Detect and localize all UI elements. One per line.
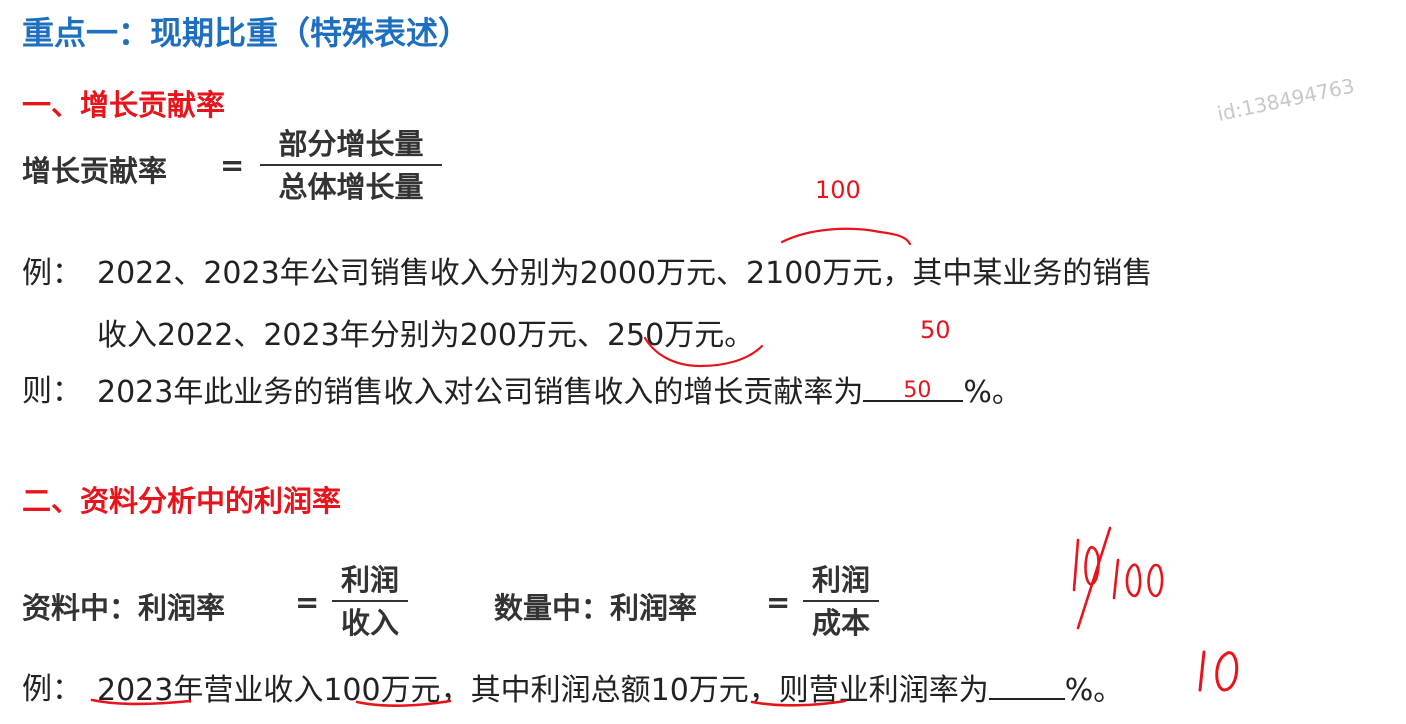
example-label-2: 例： xyxy=(22,672,82,707)
formula2-label: 数量中：利润率 xyxy=(494,591,698,625)
section-heading-growth-contribution: 一、增长贡献率 xyxy=(22,88,226,122)
example-line-2: 收入2022、2023年分别为200万元、250万元。 xyxy=(97,318,755,353)
annotation-100: 100 xyxy=(815,176,861,204)
formula1-numerator: 利润 xyxy=(340,563,399,597)
handwritten-arc-top xyxy=(780,227,912,246)
handwritten-ratio xyxy=(1072,526,1164,630)
formula2-denominator: 成本 xyxy=(811,606,870,640)
question-body: 2023年此业务的销售收入对公司销售收入的增长贡献率为 xyxy=(97,375,864,410)
page-title: 重点一：现期比重（特殊表述） xyxy=(22,14,471,52)
answer-blank-2 xyxy=(988,664,1065,700)
watermark: id:138494763 xyxy=(1215,73,1357,126)
fraction-bar xyxy=(260,164,442,166)
formula1-fraction: 利润 收入 xyxy=(332,562,408,641)
annotation-50: 50 xyxy=(920,316,951,344)
formula1-label: 资料中：利润率 xyxy=(22,591,226,625)
answer-blank-1: 50 xyxy=(863,366,964,403)
formula1-bar xyxy=(332,600,408,602)
formula1-equals: = xyxy=(295,585,320,619)
formula-equals: = xyxy=(220,148,245,182)
handwritten-answer-10 xyxy=(1198,650,1239,692)
question-suffix: %。 xyxy=(963,375,1022,410)
question-label: 则： xyxy=(22,374,82,409)
example-line-1: 2022、2023年公司销售收入分别为2000万元、2100万元，其中某业务的销… xyxy=(97,256,1153,291)
question-text: 2023年此业务的销售收入对公司销售收入的增长贡献率为 50 %。 xyxy=(97,366,1022,411)
formula2-numerator: 利润 xyxy=(811,563,870,597)
formula-label-growth-contribution: 增长贡献率 xyxy=(22,154,168,188)
example-label-1: 例： xyxy=(22,256,82,291)
formula-fraction-growth: 部分增长量 总体增长量 xyxy=(260,126,442,205)
formula2-bar xyxy=(803,600,879,602)
example-2-suffix: %。 xyxy=(1064,673,1124,708)
fraction-denominator: 总体增长量 xyxy=(278,170,424,204)
answer-50: 50 xyxy=(903,378,932,403)
formula1-denominator: 收入 xyxy=(340,606,399,640)
section-heading-profit-rate: 二、资料分析中的利润率 xyxy=(22,484,342,518)
formula2-fraction: 利润 成本 xyxy=(803,562,879,641)
formula2-equals: = xyxy=(766,585,791,619)
fraction-numerator: 部分增长量 xyxy=(278,127,424,161)
example-2-text: 2023年营业收入100万元，其中利润总额10万元，则营业利润率为 %。 xyxy=(97,664,1123,709)
example-2-body: 2023年营业收入100万元，其中利润总额10万元，则营业利润率为 xyxy=(97,673,989,708)
